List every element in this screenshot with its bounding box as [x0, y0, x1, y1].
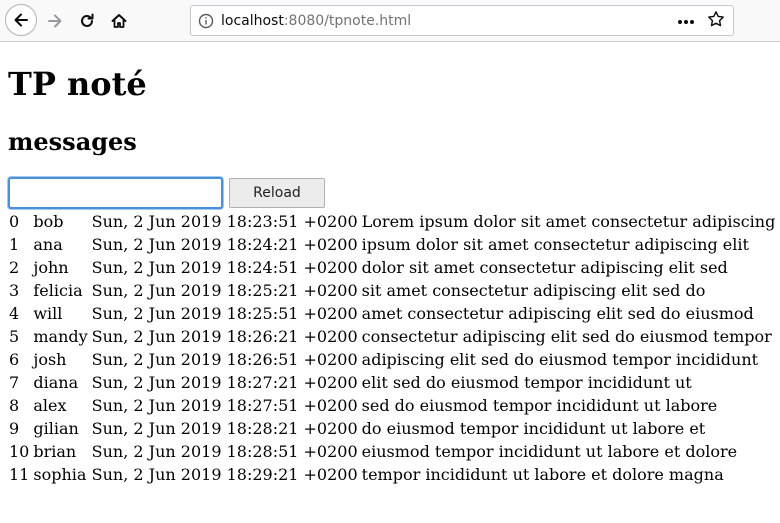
message-row: 10 brian Sun, 2 Jun 2019 18:28:51 +0200 eiu… [8, 441, 776, 462]
message-id: 5 [9, 327, 20, 346]
message-id: 4 [9, 304, 20, 323]
message-date: Sun, 2 Jun 2019 18:25:21 +0200 [91, 281, 358, 300]
message-id: 10 [9, 442, 30, 461]
message-user: ana [33, 235, 63, 254]
message-row: 3 felicia Sun, 2 Jun 2019 18:25:21 +0200 si… [8, 280, 776, 301]
message-row: 8 alex Sun, 2 Jun 2019 18:27:51 +0200 sed d… [8, 395, 776, 416]
message-id: 2 [9, 258, 20, 277]
message-user: sophia [33, 465, 87, 484]
message-row: 4 will Sun, 2 Jun 2019 18:25:51 +0200 amet … [8, 303, 776, 324]
forward-arrow-icon [48, 14, 62, 28]
url-bar[interactable]: localhost:8080/tpnote.html [190, 5, 734, 36]
message-text: consectetur adipiscing elit sed do eiusm… [361, 327, 772, 346]
reload-page-button[interactable] [72, 6, 102, 36]
browser-toolbar: localhost:8080/tpnote.html [0, 0, 780, 42]
message-id: 1 [9, 235, 20, 254]
message-user: gilian [33, 419, 79, 438]
message-row: 11 sophia Sun, 2 Jun 2019 18:29:21 +0200 te… [8, 464, 776, 485]
message-date: Sun, 2 Jun 2019 18:26:51 +0200 [91, 350, 358, 369]
home-icon [111, 14, 127, 28]
section-title: messages [8, 127, 137, 156]
message-text: dolor sit amet consectetur adipiscing el… [361, 258, 728, 277]
message-text: Lorem ipsum dolor sit amet consectetur a… [361, 212, 776, 231]
message-text: eiusmod tempor incididunt ut labore et d… [361, 442, 738, 461]
message-date: Sun, 2 Jun 2019 18:24:51 +0200 [91, 258, 358, 277]
message-date: Sun, 2 Jun 2019 18:24:21 +0200 [91, 235, 358, 254]
reload-icon [81, 13, 94, 27]
message-user: brian [33, 442, 77, 461]
message-user: felicia [33, 281, 83, 300]
message-id: 8 [9, 396, 20, 415]
message-row: 1 ana Sun, 2 Jun 2019 18:24:21 +0200 ipsum … [8, 234, 776, 255]
message-user: bob [33, 212, 64, 231]
message-text: sit amet consectetur adipiscing elit sed… [361, 281, 706, 300]
message-date: Sun, 2 Jun 2019 18:27:51 +0200 [91, 396, 358, 415]
message-user: mandy [33, 327, 88, 346]
message-row: 6 josh Sun, 2 Jun 2019 18:26:51 +0200 adipi… [8, 349, 776, 370]
star-icon[interactable] [707, 10, 725, 32]
message-text: sed do eiusmod tempor incididunt ut labo… [361, 396, 718, 415]
message-text: elit sed do eiusmod tempor incididunt ut [361, 373, 692, 392]
message-text: adipiscing elit sed do eiusmod tempor in… [361, 350, 759, 369]
message-text: tempor incididunt ut labore et dolore ma… [361, 465, 724, 484]
page-title: TP noté [8, 65, 147, 103]
message-row: 9 gilian Sun, 2 Jun 2019 18:28:21 +0200 do … [8, 418, 776, 439]
message-row: 2 john Sun, 2 Jun 2019 18:24:51 +0200 dolor… [8, 257, 776, 278]
message-text: amet consectetur adipiscing elit sed do … [361, 304, 754, 323]
message-user: alex [33, 396, 67, 415]
message-row: 0 bob Sun, 2 Jun 2019 18:23:51 +0200 Lorem … [8, 211, 776, 232]
message-input[interactable] [8, 177, 223, 209]
url-path: :8080/tpnote.html [283, 12, 412, 29]
message-row: 7 diana Sun, 2 Jun 2019 18:27:21 +0200 elit… [8, 372, 776, 393]
message-id: 7 [9, 373, 20, 392]
message-date: Sun, 2 Jun 2019 18:27:21 +0200 [91, 373, 358, 392]
message-id: 9 [9, 419, 20, 438]
home-button[interactable] [104, 6, 134, 36]
message-controls: Reload [8, 177, 772, 209]
message-date: Sun, 2 Jun 2019 18:28:51 +0200 [91, 442, 358, 461]
reload-button[interactable]: Reload [229, 178, 325, 208]
message-id: 11 [9, 465, 30, 484]
message-date: Sun, 2 Jun 2019 18:25:51 +0200 [91, 304, 358, 323]
message-user: diana [33, 373, 79, 392]
messages-table: 0 bob Sun, 2 Jun 2019 18:23:51 +0200 Lorem … [6, 209, 778, 487]
message-id: 3 [9, 281, 20, 300]
message-user: john [33, 258, 69, 277]
back-button[interactable] [5, 4, 37, 36]
message-text: do eiusmod tempor incididunt ut labore e… [361, 419, 706, 438]
message-user: will [33, 304, 63, 323]
page-content: TP noté messages Reload 0 bob Sun, 2 Jun 2… [0, 42, 780, 487]
info-icon[interactable] [191, 13, 221, 29]
message-date: Sun, 2 Jun 2019 18:26:21 +0200 [91, 327, 358, 346]
message-row: 5 mandy Sun, 2 Jun 2019 18:26:21 +0200 cons… [8, 326, 776, 347]
message-user: josh [33, 350, 67, 369]
back-arrow-icon [14, 13, 28, 27]
url-host: localhost [221, 12, 284, 29]
url-text[interactable]: localhost:8080/tpnote.html [221, 13, 677, 29]
message-date: Sun, 2 Jun 2019 18:28:21 +0200 [91, 419, 358, 438]
message-id: 6 [9, 350, 20, 369]
more-dots-icon[interactable] [677, 13, 695, 29]
message-text: ipsum dolor sit amet consectetur adipisc… [361, 235, 749, 254]
message-date: Sun, 2 Jun 2019 18:29:21 +0200 [91, 465, 358, 484]
forward-button[interactable] [40, 6, 70, 36]
message-id: 0 [9, 212, 20, 231]
message-date: Sun, 2 Jun 2019 18:23:51 +0200 [91, 212, 358, 231]
